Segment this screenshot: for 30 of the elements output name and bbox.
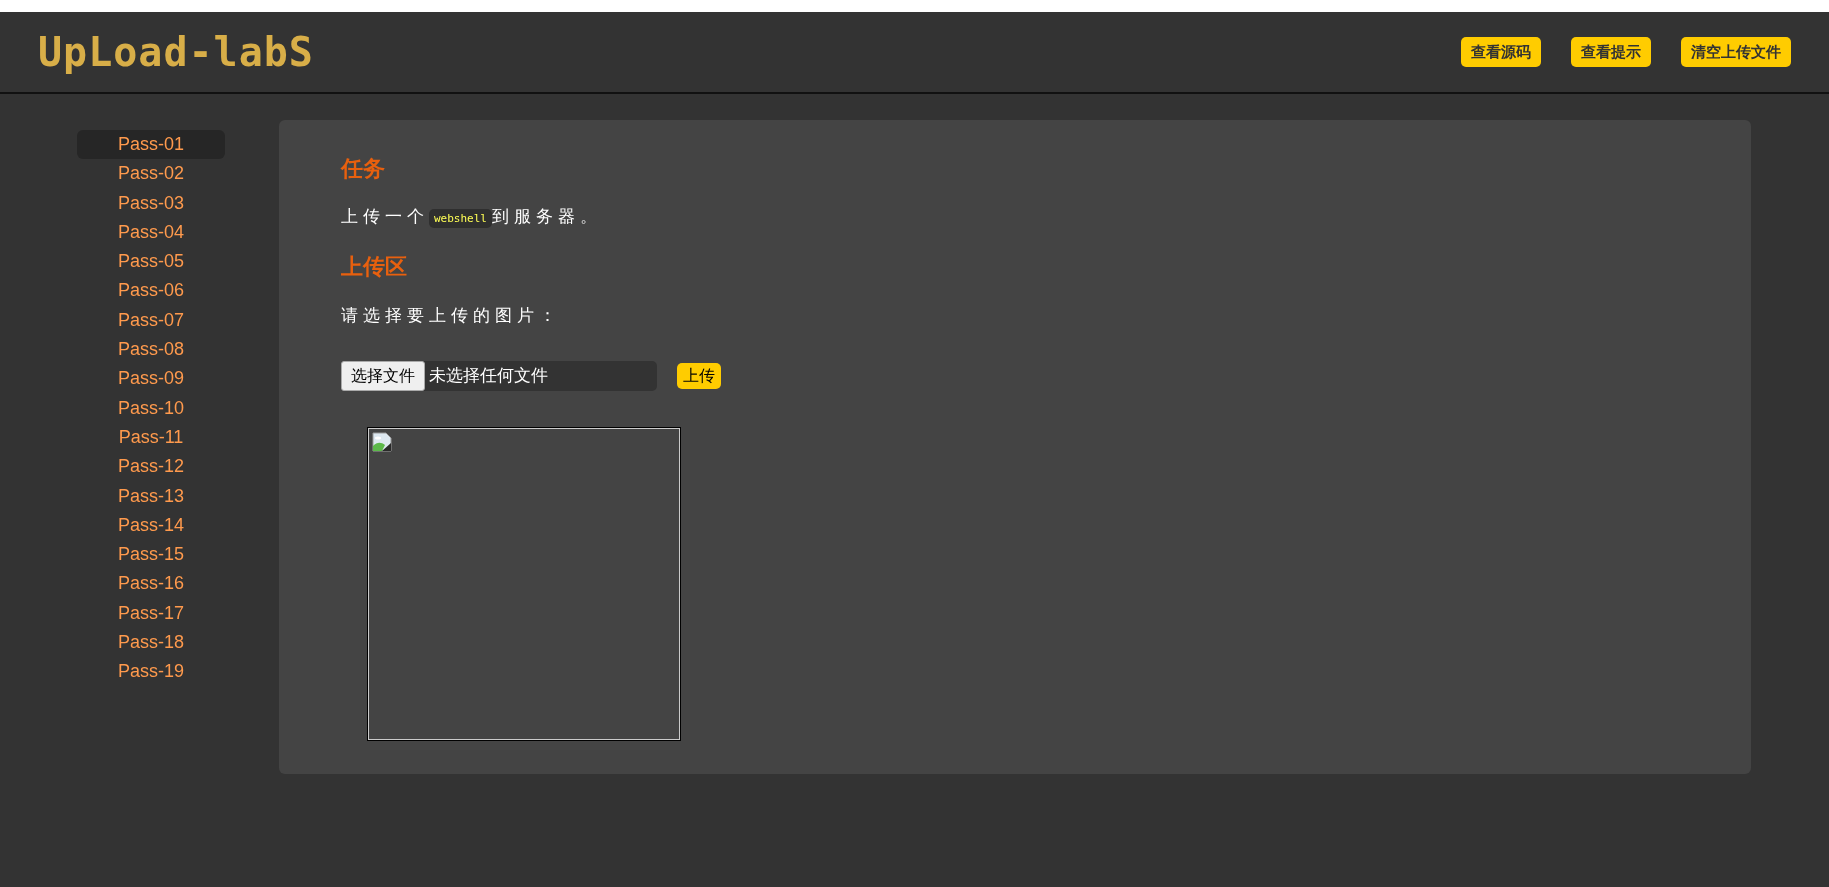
logo[interactable]: UpLoad-labS [38, 22, 314, 82]
sidebar-link[interactable]: Pass-16 [77, 569, 225, 599]
sidebar-link[interactable]: Pass-12 [77, 452, 225, 482]
sidebar-link[interactable]: Pass-18 [77, 628, 225, 658]
sidebar-link[interactable]: Pass-19 [77, 657, 225, 687]
section-heading: 上传区 [341, 254, 408, 281]
sidebar-link[interactable]: Pass-05 [77, 247, 225, 277]
sidebar-link[interactable]: Pass-14 [77, 510, 225, 541]
sidebar-link[interactable]: Pass-11 [77, 422, 225, 453]
sidebar-link[interactable]: Pass-06 [77, 276, 225, 306]
upload-prompt: 请选择要上传的图片： [341, 304, 562, 327]
section-heading: 任务 [341, 156, 386, 183]
sidebar-link[interactable]: Pass-04 [77, 217, 225, 248]
sidebar-link[interactable]: Pass-07 [77, 305, 225, 336]
sidebar-link[interactable]: Pass-08 [77, 335, 225, 365]
sidebar-link[interactable]: Pass-15 [77, 540, 225, 570]
sidebar-link[interactable]: Pass-03 [77, 188, 225, 218]
file-input[interactable]: 选择文件 未选择任何文件 [341, 360, 657, 391]
sidebar-link[interactable]: Pass-13 [77, 481, 225, 511]
sidebar-link[interactable]: Pass-09 [77, 364, 225, 394]
sidebar-link[interactable]: Pass-17 [77, 598, 225, 629]
upload-button[interactable]: 上传 [677, 362, 721, 389]
sidebar-link[interactable]: Pass-02 [77, 159, 225, 189]
header-button[interactable]: 清空上传文件 [1681, 37, 1791, 67]
task-text: 上传一个 webshell 到服务器。 [341, 206, 603, 231]
header-button[interactable]: 查看源码 [1461, 37, 1541, 67]
sidebar-link[interactable]: Pass-01 [77, 130, 225, 160]
header-button[interactable]: 查看提示 [1571, 37, 1651, 67]
sidebar-link[interactable]: Pass-10 [77, 393, 225, 423]
broken-image-icon [372, 431, 392, 452]
